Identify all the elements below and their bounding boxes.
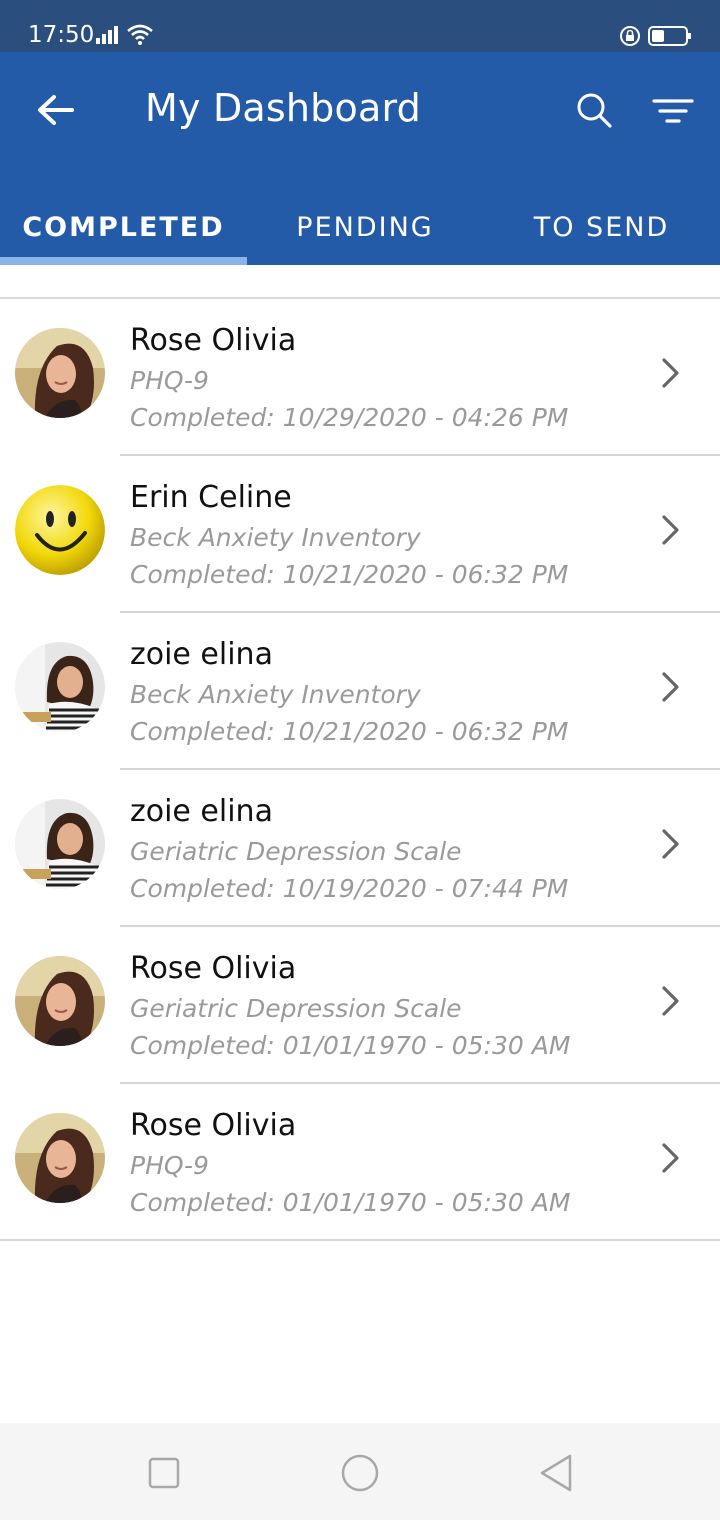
patient-name: Rose Olivia: [130, 323, 297, 358]
completed-date: Completed: 10/29/2020 - 04:26 PM: [130, 403, 569, 432]
assessment-name: Beck Anxiety Inventory: [130, 680, 421, 709]
chevron-right-icon: [662, 1143, 679, 1173]
system-nav-bar: [0, 1423, 720, 1520]
completed-date: Completed: 10/19/2020 - 07:44 PM: [130, 874, 569, 903]
tab-pending[interactable]: PENDING: [247, 190, 483, 265]
assessment-name: Geriatric Depression Scale: [130, 837, 462, 866]
avatar: [15, 642, 105, 732]
signal-icon: [96, 26, 122, 49]
patient-name: zoie elina: [130, 794, 273, 829]
patient-name: Rose Olivia: [130, 1108, 297, 1143]
status-time: 17:50: [28, 22, 95, 48]
completed-list: Rose Olivia PHQ-9 Completed: 10/29/2020 …: [0, 299, 720, 1241]
chevron-right-icon: [662, 515, 679, 545]
back-icon: [540, 1454, 572, 1492]
list-item[interactable]: Rose Olivia PHQ-9 Completed: 01/01/1970 …: [0, 1084, 720, 1241]
recent-apps-button[interactable]: [148, 1457, 180, 1494]
active-tab-indicator: [0, 257, 247, 265]
avatar: [15, 485, 105, 575]
back-arrow-icon: [38, 95, 74, 125]
list-item[interactable]: Rose Olivia PHQ-9 Completed: 10/29/2020 …: [0, 299, 720, 456]
chevron-right-icon: [662, 829, 679, 859]
avatar: [15, 956, 105, 1046]
assessment-name: Geriatric Depression Scale: [130, 994, 462, 1023]
search-button[interactable]: [574, 90, 614, 130]
chevron-right-icon: [662, 358, 679, 388]
assessment-name: Beck Anxiety Inventory: [130, 523, 421, 552]
assessment-name: PHQ-9: [130, 366, 209, 395]
assessment-name: PHQ-9: [130, 1151, 209, 1180]
tab-to-send[interactable]: TO SEND: [483, 190, 720, 265]
wifi-icon: [126, 23, 154, 50]
woman-avatar-icon: [15, 328, 105, 418]
woman-avatar-icon: [15, 956, 105, 1046]
filter-button[interactable]: [651, 96, 695, 128]
completed-date: Completed: 10/21/2020 - 06:32 PM: [130, 560, 569, 589]
app-bar: My Dashboard COMPLETED PENDING TO SEND: [0, 52, 720, 265]
woman-avatar-icon: [15, 1113, 105, 1203]
avatar: [15, 1113, 105, 1203]
girl-avatar-icon: [15, 642, 105, 732]
completed-date: Completed: 01/01/1970 - 05:30 AM: [130, 1031, 571, 1060]
avatar: [15, 799, 105, 889]
filter-icon: [652, 99, 694, 123]
search-icon: [577, 93, 612, 128]
avatar: [15, 328, 105, 418]
completed-date: Completed: 10/21/2020 - 06:32 PM: [130, 717, 569, 746]
patient-name: Rose Olivia: [130, 951, 297, 986]
girl-avatar-icon: [15, 799, 105, 889]
status-bar: 17:50: [0, 0, 720, 52]
patient-name: zoie elina: [130, 637, 273, 672]
chevron-right-icon: [662, 672, 679, 702]
list-item[interactable]: zoie elina Beck Anxiety Inventory Comple…: [0, 613, 720, 770]
list-item[interactable]: zoie elina Geriatric Depression Scale Co…: [0, 770, 720, 927]
home-icon: [341, 1454, 379, 1492]
smiley-avatar-icon: [15, 485, 105, 575]
completed-date: Completed: 01/01/1970 - 05:30 AM: [130, 1188, 571, 1217]
system-back-button[interactable]: [538, 1453, 574, 1498]
tab-bar: COMPLETED PENDING TO SEND: [0, 190, 720, 265]
chevron-right-icon: [662, 986, 679, 1016]
home-button[interactable]: [340, 1453, 380, 1498]
tab-completed[interactable]: COMPLETED: [0, 190, 247, 265]
list-item[interactable]: Erin Celine Beck Anxiety Inventory Compl…: [0, 456, 720, 613]
page-title: My Dashboard: [145, 86, 421, 130]
battery-icon: [648, 25, 692, 52]
back-button[interactable]: [32, 92, 80, 128]
patient-name: Erin Celine: [130, 480, 292, 515]
rotation-lock-icon: [619, 25, 641, 52]
divider: [0, 1239, 720, 1241]
list-item[interactable]: Rose Olivia Geriatric Depression Scale C…: [0, 927, 720, 1084]
recent-apps-icon: [148, 1457, 180, 1489]
